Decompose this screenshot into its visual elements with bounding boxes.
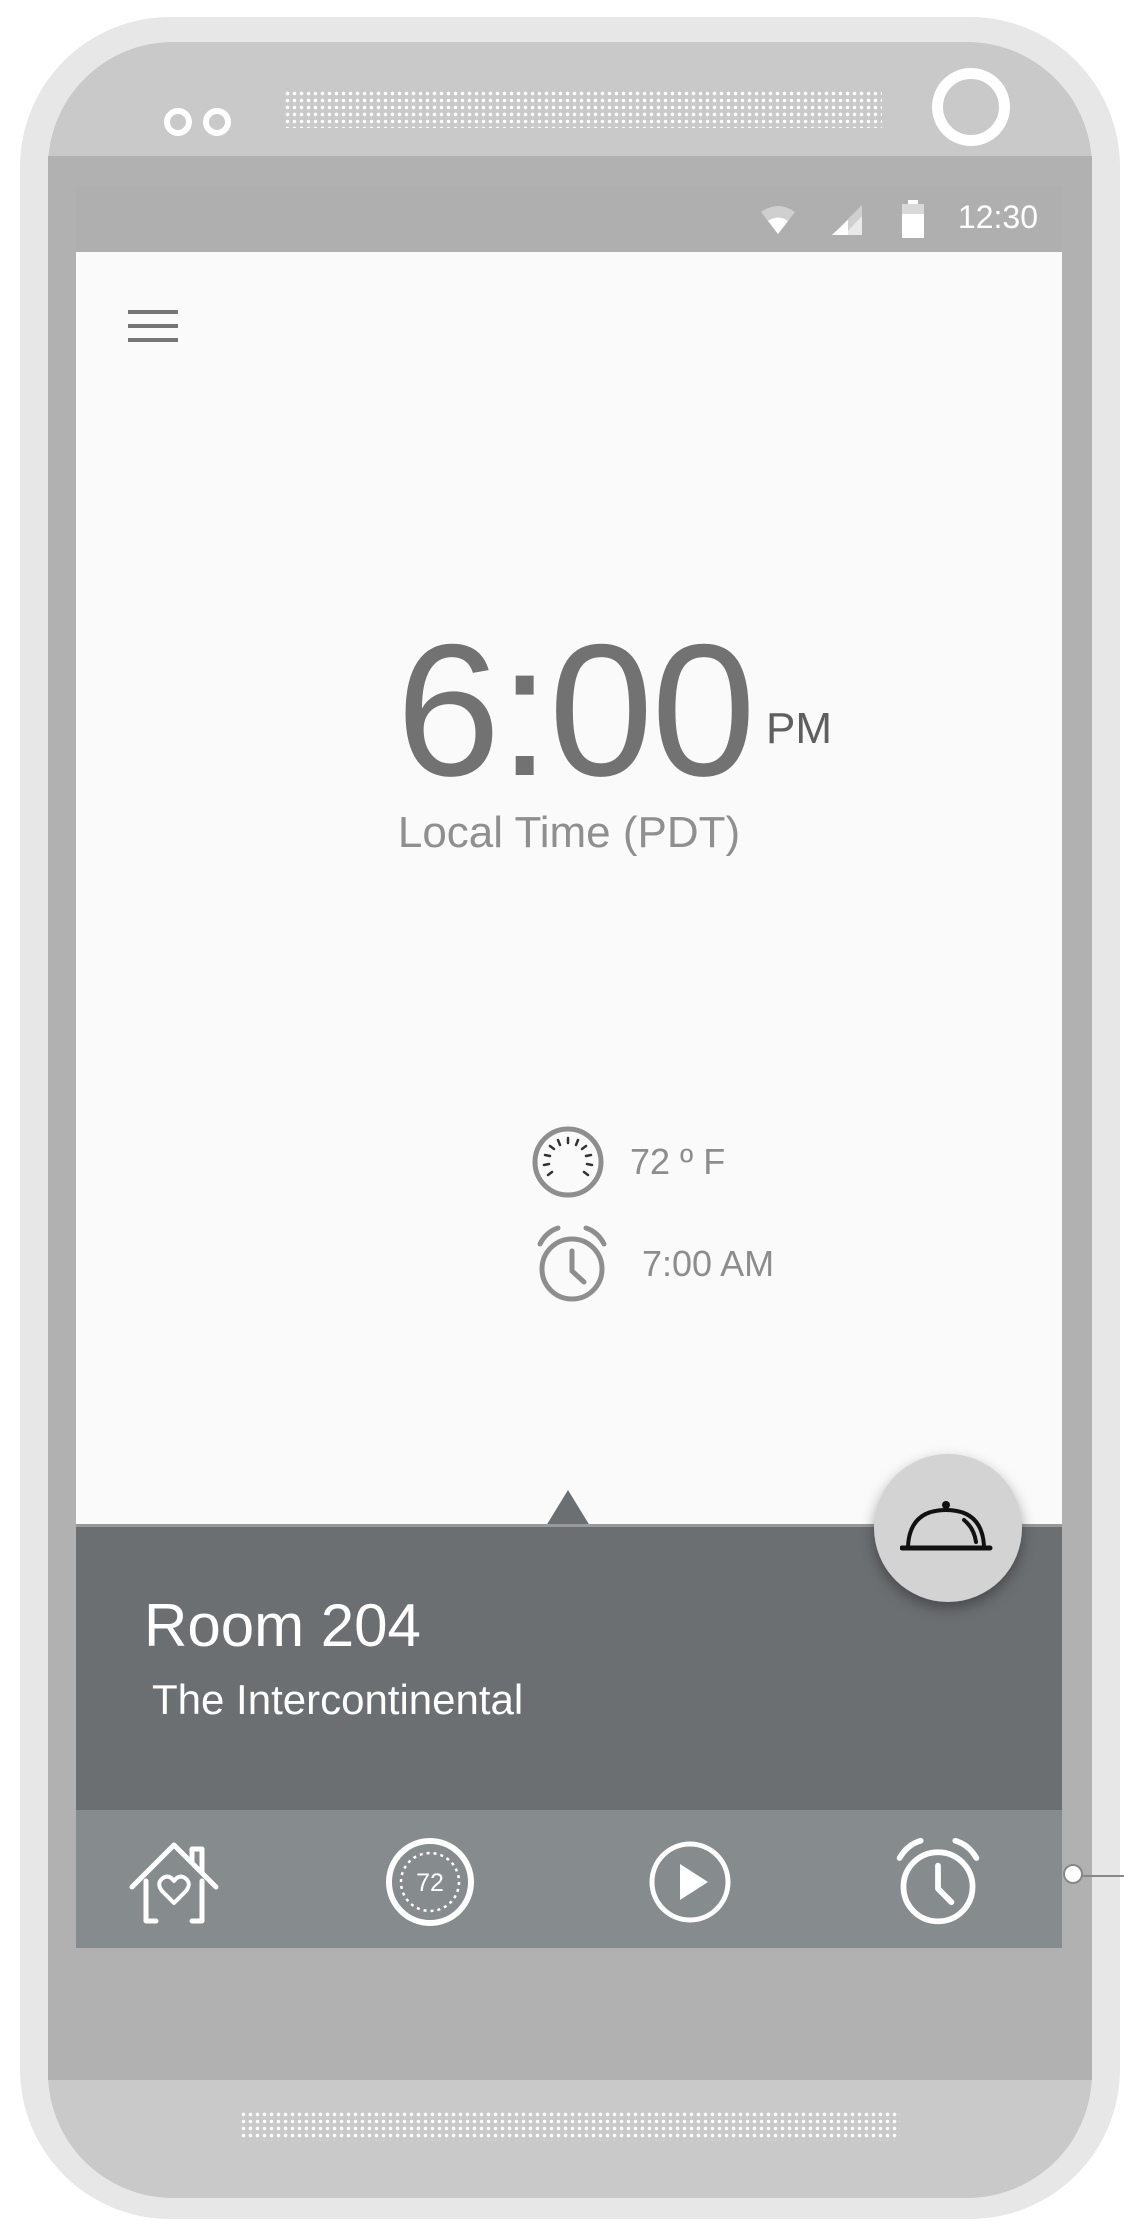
- nav-thermostat-button[interactable]: 72: [382, 1834, 478, 1930]
- home-heart-icon: [129, 1842, 219, 1924]
- thermostat-dial-icon: [532, 1126, 604, 1198]
- room-title: Room 204: [144, 1592, 421, 1659]
- nav-alarm-button[interactable]: [890, 1834, 986, 1930]
- top-speaker-grille: [284, 90, 882, 128]
- clock-period: PM: [766, 704, 832, 753]
- annotation-connector-knob: [1063, 1864, 1083, 1884]
- app-screen: 12:30 6:00 PM Local Time (PDT) 72 º F 7:…: [76, 186, 1062, 1948]
- front-camera: [932, 68, 1010, 146]
- panel-pointer: [546, 1490, 590, 1526]
- temperature-value: 72 º F: [630, 1141, 726, 1182]
- alarm-clock-icon: [537, 1225, 607, 1302]
- status-bar: 12:30: [76, 186, 1062, 252]
- bottom-speaker-grille: [240, 2111, 900, 2141]
- nav-home-button[interactable]: [126, 1834, 222, 1930]
- hotel-name: The Intercontinental: [152, 1676, 524, 1723]
- bottom-navigation: 72: [76, 1810, 1062, 1948]
- clock-time: 6:00: [396, 605, 756, 815]
- room-service-cloche-icon: [900, 1501, 993, 1551]
- hamburger-menu-icon[interactable]: [128, 310, 178, 344]
- front-sensor-dot: [164, 108, 192, 136]
- battery-icon: [902, 200, 924, 238]
- play-icon: [649, 1841, 731, 1923]
- thermostat-label: 72: [416, 1869, 444, 1897]
- front-sensor-dot: [203, 108, 231, 136]
- status-time: 12:30: [957, 199, 1038, 235]
- annotation-connector: [1080, 1875, 1124, 1877]
- wifi-icon: [761, 206, 795, 234]
- alarm-value: 7:00 AM: [642, 1243, 775, 1284]
- alarm-clock-icon: [896, 1837, 980, 1925]
- nav-play-button[interactable]: [642, 1834, 738, 1930]
- signal-icon: [832, 205, 862, 235]
- room-service-button[interactable]: [874, 1454, 1022, 1602]
- thermostat-icon: 72: [386, 1838, 474, 1926]
- page: 12:30 6:00 PM Local Time (PDT) 72 º F 7:…: [0, 0, 1124, 2222]
- timezone-label: Local Time (PDT): [397, 808, 741, 857]
- temperature-row[interactable]: 72 º F: [530, 1122, 725, 1202]
- alarm-row[interactable]: 7:00 AM: [530, 1224, 774, 1304]
